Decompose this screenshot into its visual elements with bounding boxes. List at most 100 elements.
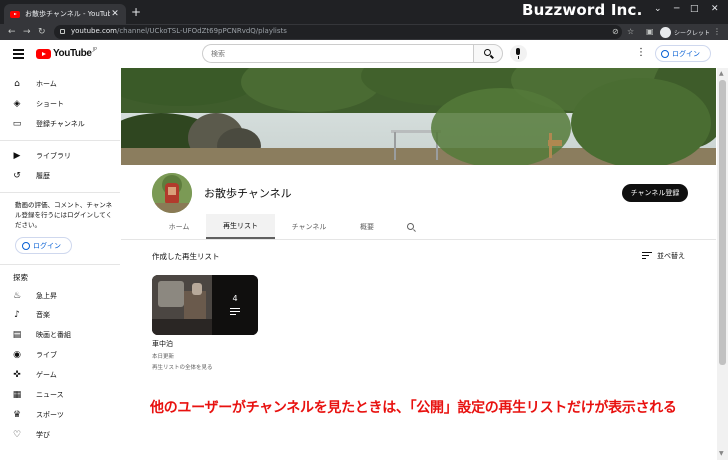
- channel-tabs: ホーム 再生リスト チャンネル 概要: [121, 214, 716, 239]
- sidebar-item-news[interactable]: ▦ ニュース: [0, 385, 120, 405]
- user-circle-icon: [22, 241, 30, 250]
- youtube-region-label: JP: [92, 46, 98, 53]
- youtube-play-icon: [36, 48, 51, 59]
- watermark-text: Buzzword Inc.: [522, 1, 643, 19]
- trending-icon: ♨: [12, 291, 22, 301]
- sidebar-item-label: ライブ: [36, 351, 57, 359]
- channel-name: お散歩チャンネル: [204, 187, 292, 200]
- lock-icon[interactable]: [60, 29, 65, 34]
- explore-heading: 探索: [13, 273, 28, 282]
- sidebar-item-library[interactable]: ▶ ライブラリ: [0, 146, 120, 166]
- sidebar-divider: [0, 192, 120, 193]
- movies-icon: ▤: [12, 330, 22, 340]
- maximize-icon[interactable]: □: [690, 4, 699, 14]
- channel-avatar[interactable]: [152, 173, 192, 213]
- chevron-down-icon[interactable]: ⌄: [654, 4, 662, 14]
- url-host: youtube.com: [71, 27, 117, 35]
- sidebar-item-trending[interactable]: ♨ 急上昇: [0, 286, 120, 306]
- scroll-up-arrow-icon[interactable]: ▲: [719, 70, 724, 77]
- sidebar-item-movies[interactable]: ▤ 映画と番組: [0, 325, 120, 345]
- avatar-graphic: [152, 173, 192, 213]
- sidebar-item-label: ゲーム: [36, 371, 57, 379]
- url-path: /channel/UCkoTSL-UFOdZt69pPCNRvdQ/playli…: [116, 27, 287, 35]
- sidebar-item-label: 登録チャンネル: [36, 120, 85, 128]
- incognito-indicator[interactable]: シークレット: [660, 26, 710, 38]
- search-button[interactable]: [473, 44, 503, 63]
- scrollbar-thumb[interactable]: [719, 80, 726, 365]
- tab-channels[interactable]: チャンネル: [281, 214, 337, 239]
- sidebar-item-history[interactable]: ↺ 履歴: [0, 166, 120, 186]
- library-icon: ▶: [13, 151, 21, 161]
- browser-tab[interactable]: お散歩チャンネル - YouTube ✕: [4, 4, 126, 24]
- minimize-icon[interactable]: ─: [674, 4, 679, 14]
- eye-off-icon[interactable]: ⊘: [612, 26, 619, 38]
- youtube-logo[interactable]: YouTube JP: [36, 46, 98, 59]
- playlist-video-count: 4: [232, 293, 238, 303]
- hamburger-menu-icon[interactable]: [13, 49, 24, 61]
- user-circle-icon: [661, 49, 669, 58]
- subscribe-button[interactable]: チャンネル登録: [622, 184, 688, 202]
- learning-icon: ♡: [12, 430, 22, 440]
- subscriptions-icon: ▭: [12, 119, 22, 129]
- browser-tab-bar: お散歩チャンネル - YouTube ✕ + Buzzword Inc. ⌄ ─…: [0, 0, 728, 24]
- sort-button[interactable]: 並べ替え: [642, 251, 685, 261]
- sort-icon: [642, 251, 652, 261]
- sidebar-item-label: 音楽: [36, 311, 50, 319]
- section-title: 作成した再生リスト: [152, 252, 220, 261]
- sidebar-item-music[interactable]: ♪ 音楽: [0, 305, 120, 325]
- scroll-down-arrow-icon[interactable]: ▼: [719, 450, 724, 457]
- playlist-updated: 本日更新: [152, 354, 175, 360]
- tab-playlists[interactable]: 再生リスト: [206, 214, 275, 239]
- search-icon: [484, 49, 491, 56]
- url-text[interactable]: youtube.com/channel/UCkoTSL-UFOdZt69pPCN…: [71, 27, 287, 35]
- header-login-label: ログイン: [672, 49, 700, 58]
- voice-search-mic-icon[interactable]: [510, 45, 527, 62]
- forward-arrow-icon[interactable]: →: [23, 25, 31, 39]
- sidebar-login-note: 動画の評価、コメント、チャンネル登録を行うにはログインしてください。: [15, 201, 113, 229]
- playlist-icon: [230, 307, 240, 317]
- view-full-playlist-link[interactable]: 再生リストの全体を見る: [152, 363, 213, 371]
- tab-about[interactable]: 概要: [347, 214, 387, 239]
- history-icon: ↺: [13, 171, 21, 181]
- close-tab-icon[interactable]: ✕: [110, 9, 120, 19]
- tab-home[interactable]: ホーム: [153, 214, 205, 239]
- sidebar-divider: [0, 264, 120, 265]
- search-input[interactable]: [202, 44, 473, 63]
- sports-icon: ♛: [12, 410, 22, 420]
- incognito-icon: [660, 26, 671, 38]
- side-panel-icon[interactable]: ▣: [646, 26, 654, 38]
- new-tab-button[interactable]: +: [131, 5, 141, 19]
- sidebar-item-label: 学び: [36, 431, 50, 439]
- sidebar-item-shorts[interactable]: ◈ ショート: [0, 94, 120, 114]
- settings-kebab-icon[interactable]: ⋮: [636, 48, 646, 58]
- reload-icon[interactable]: ↻: [38, 25, 46, 39]
- annotation-caption: 他のユーザーがチャンネルを見たときは、「公開」設定の再生リストだけが表示される: [150, 400, 677, 416]
- sidebar-item-label: 映画と番組: [36, 331, 71, 339]
- address-bar-row: ← → ↻ youtube.com/channel/UCkoTSL-UFOdZt…: [0, 24, 728, 40]
- sort-label: 並べ替え: [657, 252, 685, 260]
- incognito-label: シークレット: [674, 29, 711, 37]
- sidebar-item-label: スポーツ: [36, 411, 64, 419]
- sidebar-login-button[interactable]: ログイン: [15, 237, 72, 254]
- close-window-icon[interactable]: ✕: [711, 4, 719, 14]
- sidebar-item-subscriptions[interactable]: ▭ 登録チャンネル: [0, 114, 120, 134]
- playlist-thumbnail[interactable]: 4: [152, 275, 258, 335]
- chrome-menu-icon[interactable]: ⋮: [713, 26, 721, 38]
- sidebar-item-label: ニュース: [36, 391, 64, 399]
- home-icon: ⌂: [14, 79, 20, 89]
- news-icon: ▦: [12, 390, 22, 400]
- back-arrow-icon[interactable]: ←: [8, 25, 16, 39]
- sidebar-item-sports[interactable]: ♛ スポーツ: [0, 405, 120, 425]
- page-scrollbar[interactable]: ▲ ▼: [717, 68, 728, 460]
- playlist-count-overlay: 4: [212, 275, 258, 335]
- channel-search-icon[interactable]: [407, 223, 414, 230]
- tabs-divider: [121, 239, 716, 240]
- bookmark-star-icon[interactable]: ☆: [627, 26, 634, 38]
- header-login-button[interactable]: ログイン: [655, 45, 711, 62]
- sidebar-item-home[interactable]: ⌂ ホーム: [0, 74, 120, 94]
- sidebar-item-learning[interactable]: ♡ 学び: [0, 425, 120, 445]
- sidebar-item-live[interactable]: ◉ ライブ: [0, 345, 120, 365]
- sidebar-item-label: 急上昇: [36, 292, 57, 300]
- playlist-title[interactable]: 車中泊: [152, 339, 173, 349]
- sidebar-item-gaming[interactable]: ✜ ゲーム: [0, 365, 120, 385]
